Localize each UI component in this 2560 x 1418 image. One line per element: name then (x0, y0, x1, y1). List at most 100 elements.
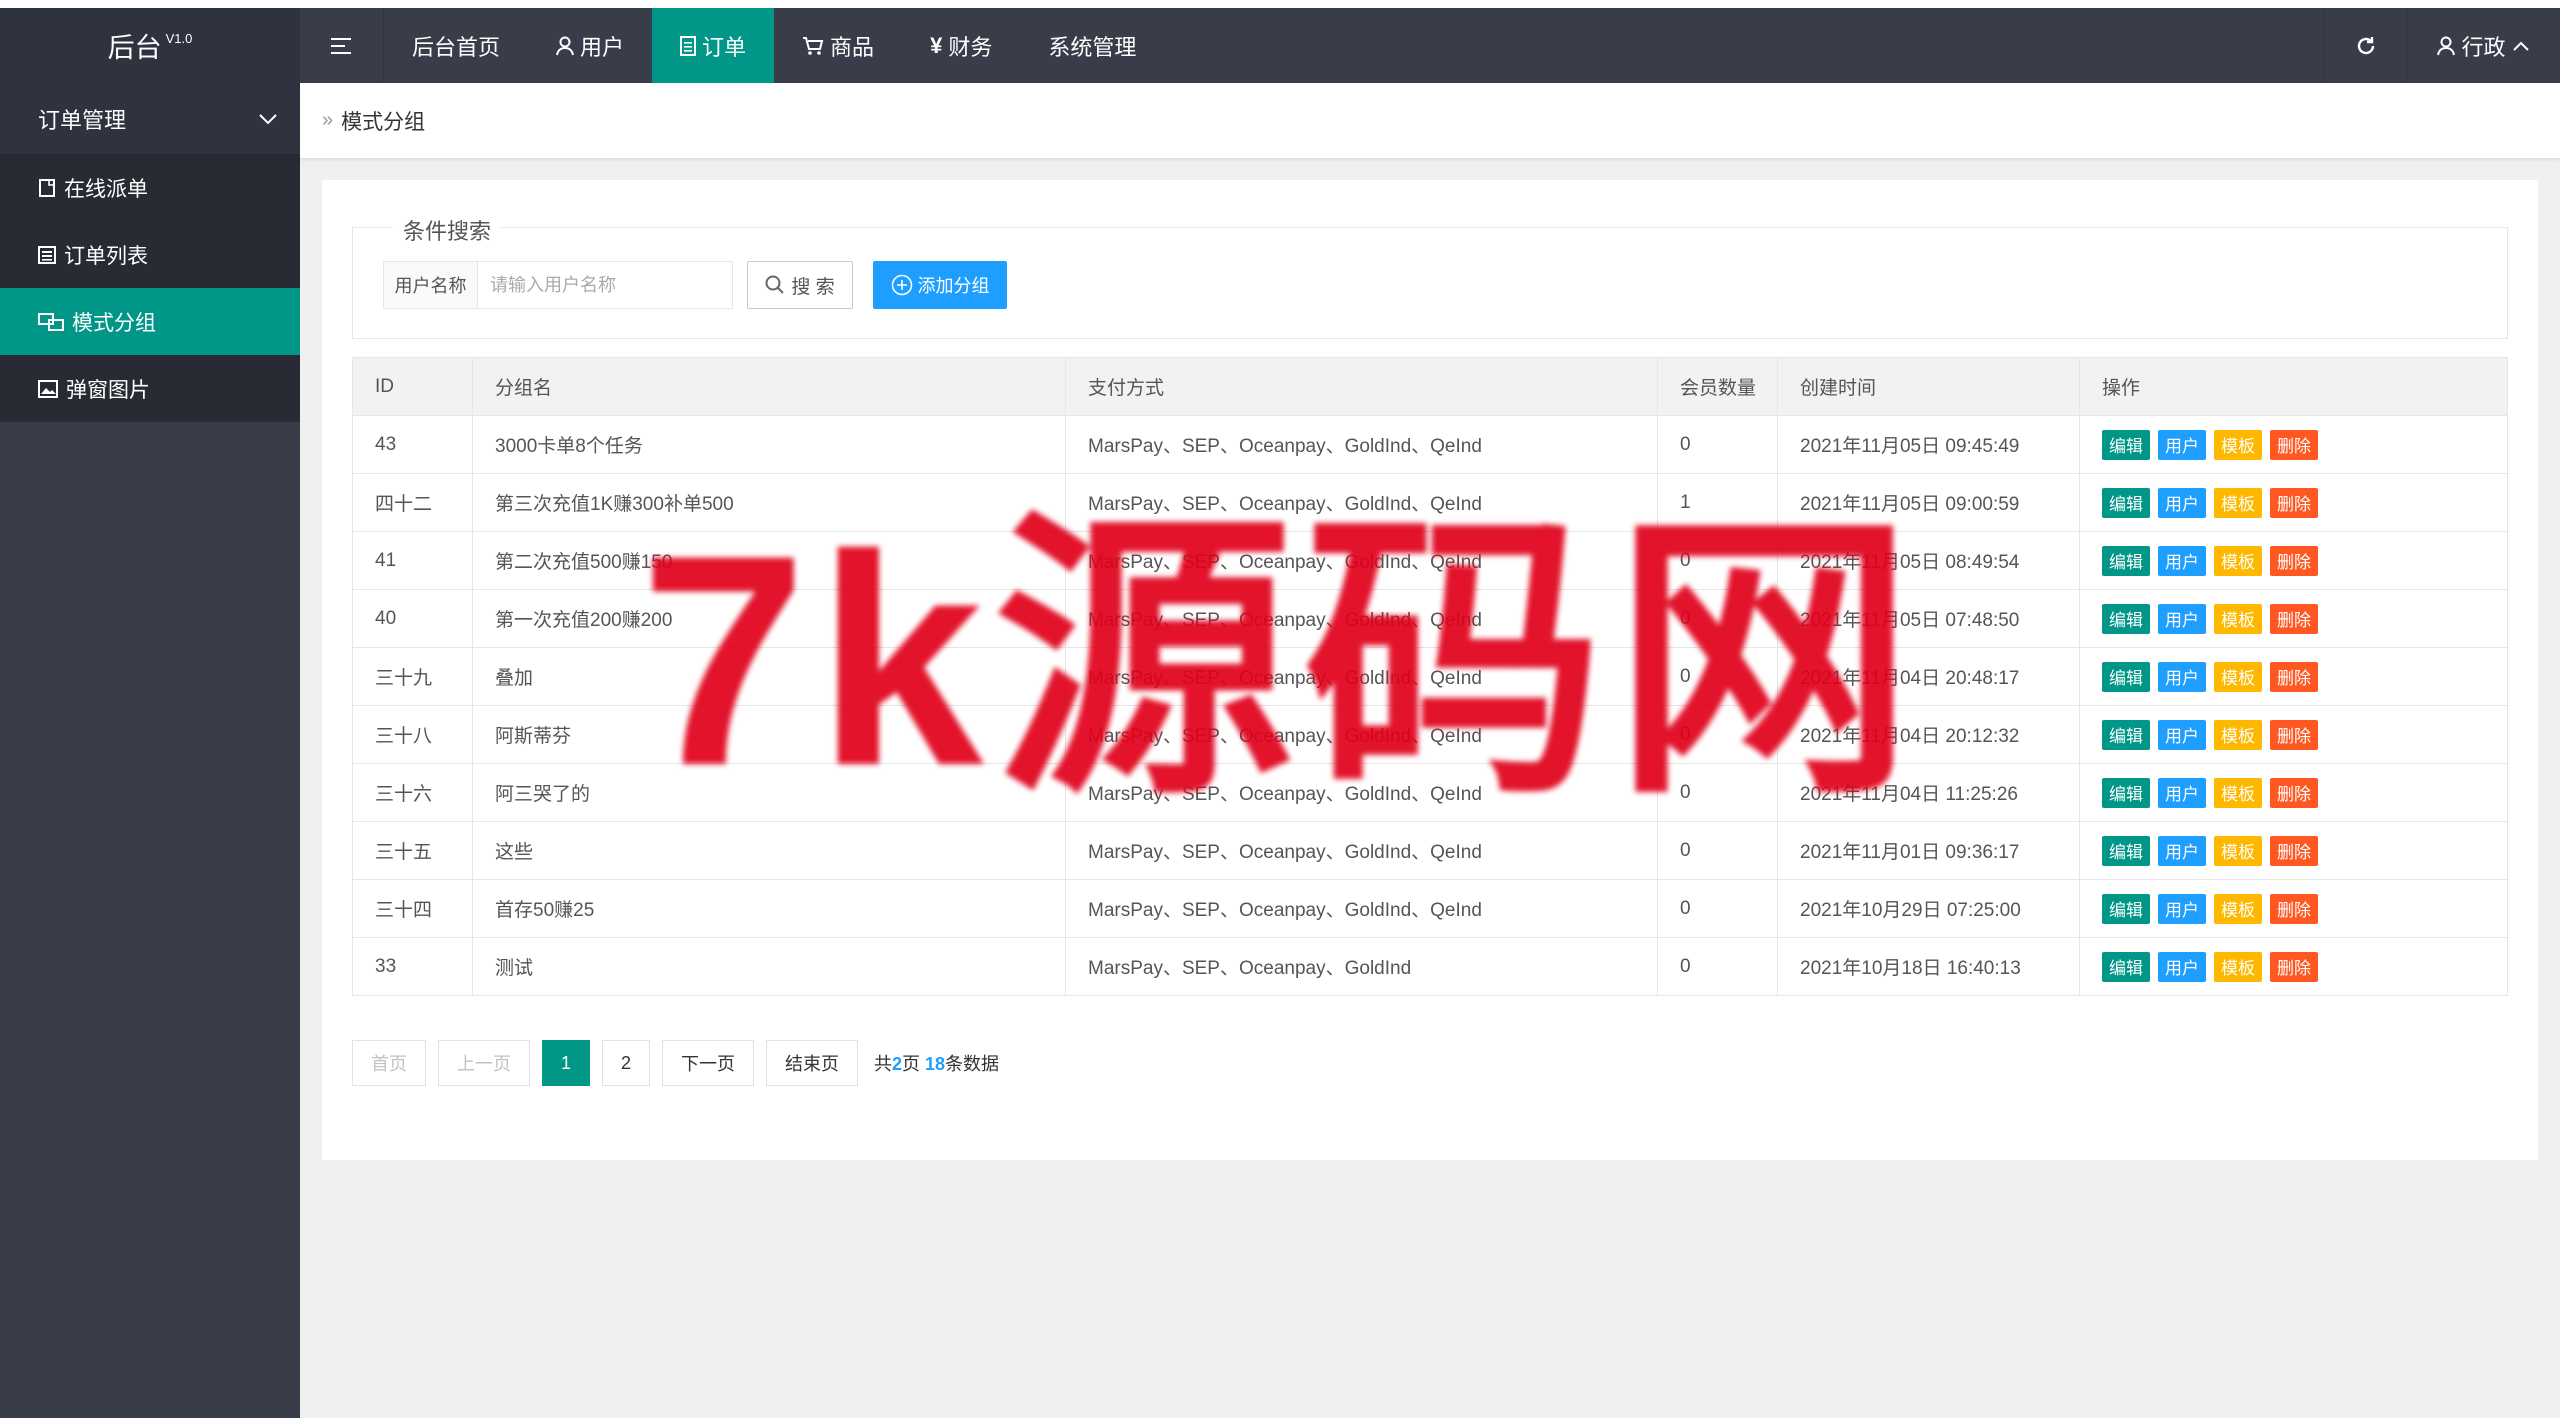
nav-item-finance[interactable]: ¥ 财务 (902, 8, 1020, 83)
cart-icon (802, 36, 824, 56)
sidebar-item-dispatch[interactable]: 在线派单 (0, 154, 300, 221)
row-actions: 编辑 用户 模板 删除 (2102, 835, 2507, 866)
user-button[interactable]: 用户 (2158, 719, 2206, 750)
nav-item-products[interactable]: 商品 (774, 8, 902, 83)
cell-id: 三十五 (352, 821, 473, 880)
edit-button[interactable]: 编辑 (2102, 603, 2150, 634)
edit-button[interactable]: 编辑 (2102, 487, 2150, 518)
template-button[interactable]: 模板 (2214, 951, 2262, 982)
refresh-button[interactable] (2324, 8, 2406, 83)
cell-actions: 编辑 用户 模板 删除 (2079, 879, 2508, 938)
username-input-group: 用户名称 (383, 261, 733, 309)
top-header: 后台 V1.0 后台首页 用户 订单 商品 ¥ 财务 系统管理 行政 (0, 8, 2560, 83)
delete-button[interactable]: 删除 (2270, 835, 2318, 866)
image-icon (38, 379, 58, 398)
sidebar-item-label: 模式分组 (72, 311, 156, 335)
user-button[interactable]: 用户 (2158, 951, 2206, 982)
username-input[interactable] (478, 262, 732, 308)
cell-group-name: 第三次充值1K赚300补单500 (472, 473, 1066, 532)
template-button[interactable]: 模板 (2214, 893, 2262, 924)
total-records: 18 (925, 1054, 946, 1074)
user-button[interactable]: 用户 (2158, 603, 2206, 634)
template-button[interactable]: 模板 (2214, 777, 2262, 808)
page-first-button[interactable]: 首页 (352, 1040, 426, 1086)
delete-button[interactable]: 删除 (2270, 719, 2318, 750)
add-group-button[interactable]: 添加分组 (873, 261, 1007, 309)
group-table: ID 分组名 支付方式 会员数量 创建时间 操作 43 3000卡单8个任务 Mar… (352, 357, 2508, 996)
nav-label: 订单 (702, 34, 747, 60)
template-button[interactable]: 模板 (2214, 429, 2262, 460)
cell-id: 33 (352, 937, 473, 996)
sidebar-item-popup-image[interactable]: 弹窗图片 (0, 355, 300, 422)
template-button[interactable]: 模板 (2214, 719, 2262, 750)
cell-group-name: 阿斯蒂芬 (472, 705, 1066, 764)
delete-button[interactable]: 删除 (2270, 951, 2318, 982)
edit-button[interactable]: 编辑 (2102, 719, 2150, 750)
cell-payment: MarsPay、SEP、Oceanpay、GoldInd、QeInd (1065, 589, 1658, 648)
delete-button[interactable]: 删除 (2270, 777, 2318, 808)
nav-item-home[interactable]: 后台首页 (384, 8, 528, 83)
cell-actions: 编辑 用户 模板 删除 (2079, 415, 2508, 474)
page-1-button[interactable]: 1 (542, 1040, 590, 1086)
delete-button[interactable]: 删除 (2270, 893, 2318, 924)
sidebar-item-label: 订单列表 (64, 244, 148, 268)
search-button[interactable]: 搜 索 (747, 261, 853, 309)
row-actions: 编辑 用户 模板 删除 (2102, 719, 2507, 750)
user-menu[interactable]: 行政 (2406, 8, 2560, 83)
cell-payment: MarsPay、SEP、Oceanpay、GoldInd、QeInd (1065, 705, 1658, 764)
edit-button[interactable]: 编辑 (2102, 429, 2150, 460)
delete-button[interactable]: 删除 (2270, 603, 2318, 634)
breadcrumb-current: 模式分组 (341, 110, 426, 134)
template-button[interactable]: 模板 (2214, 661, 2262, 692)
nav-item-system[interactable]: 系统管理 (1020, 8, 1164, 83)
cell-id: 三十六 (352, 763, 473, 822)
template-button[interactable]: 模板 (2214, 603, 2262, 634)
page-2-button[interactable]: 2 (602, 1040, 650, 1086)
nav-label: 用户 (580, 34, 625, 60)
cell-created: 2021年11月05日 09:45:49 (1777, 415, 2080, 474)
page-next-button[interactable]: 下一页 (662, 1040, 754, 1086)
user-button[interactable]: 用户 (2158, 429, 2206, 460)
page-last-button[interactable]: 结束页 (766, 1040, 858, 1086)
delete-button[interactable]: 删除 (2270, 429, 2318, 460)
row-actions: 编辑 用户 模板 删除 (2102, 893, 2507, 924)
cell-id: 40 (352, 589, 473, 648)
edit-button[interactable]: 编辑 (2102, 951, 2150, 982)
top-strip (0, 0, 2560, 8)
user-button[interactable]: 用户 (2158, 777, 2206, 808)
user-button[interactable]: 用户 (2158, 545, 2206, 576)
top-nav: 后台首页 用户 订单 商品 ¥ 财务 系统管理 (300, 8, 1164, 83)
template-button[interactable]: 模板 (2214, 487, 2262, 518)
delete-button[interactable]: 删除 (2270, 661, 2318, 692)
nav-item-orders[interactable]: 订单 (652, 8, 775, 83)
user-button[interactable]: 用户 (2158, 835, 2206, 866)
sidebar-item-mode-group[interactable]: 模式分组 (0, 288, 300, 355)
note-icon (39, 178, 55, 197)
sidebar-group-orders[interactable]: 订单管理 (0, 83, 300, 154)
edit-button[interactable]: 编辑 (2102, 777, 2150, 808)
menu-icon (330, 37, 351, 54)
user-button[interactable]: 用户 (2158, 487, 2206, 518)
page-prev-button[interactable]: 上一页 (438, 1040, 530, 1086)
delete-button[interactable]: 删除 (2270, 545, 2318, 576)
edit-button[interactable]: 编辑 (2102, 893, 2150, 924)
sidebar-item-order-list[interactable]: 订单列表 (0, 221, 300, 288)
edit-button[interactable]: 编辑 (2102, 835, 2150, 866)
cell-id: 三十九 (352, 647, 473, 706)
template-button[interactable]: 模板 (2214, 835, 2262, 866)
cell-created: 2021年10月18日 16:40:13 (1777, 937, 2080, 996)
edit-button[interactable]: 编辑 (2102, 661, 2150, 692)
delete-button[interactable]: 删除 (2270, 487, 2318, 518)
nav-item-users[interactable]: 用户 (528, 8, 652, 83)
nav-label: 商品 (830, 34, 875, 60)
header-right: 行政 (2324, 8, 2560, 83)
edit-button[interactable]: 编辑 (2102, 545, 2150, 576)
chevron-down-icon (259, 113, 277, 124)
user-button[interactable]: 用户 (2158, 893, 2206, 924)
col-header-created: 创建时间 (1777, 357, 2080, 416)
template-button[interactable]: 模板 (2214, 545, 2262, 576)
app-logo[interactable]: 后台 V1.0 (0, 8, 300, 83)
col-header-id: ID (352, 357, 473, 416)
user-button[interactable]: 用户 (2158, 661, 2206, 692)
menu-toggle-button[interactable] (300, 8, 384, 83)
